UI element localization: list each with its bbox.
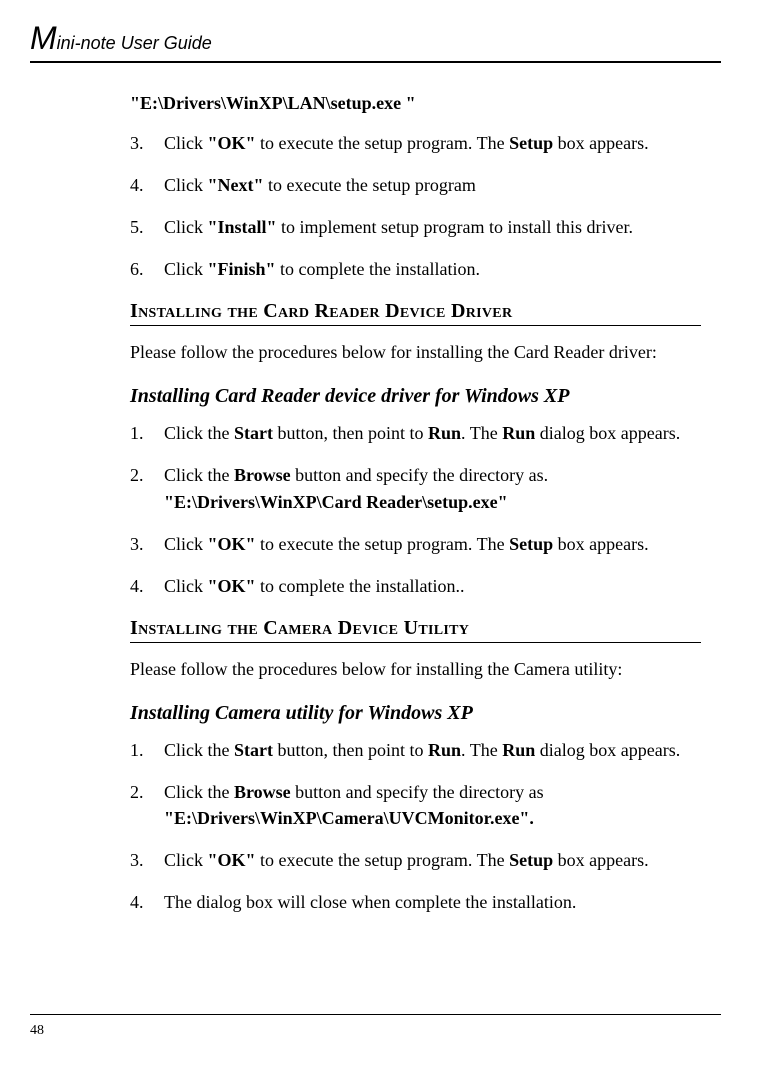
step-number: 4. — [130, 573, 164, 599]
card-reader-steps: 1.Click the Start button, then point to … — [130, 420, 701, 598]
list-item: 6.Click "Finish" to complete the install… — [130, 256, 701, 282]
page-header: Mini-note User Guide — [30, 20, 721, 63]
page-footer: 48 — [30, 1014, 721, 1039]
camera-subheading: Installing Camera utility for Windows XP — [130, 702, 701, 725]
step-number: 4. — [130, 172, 164, 198]
step-text: Click "OK" to execute the setup program.… — [164, 130, 701, 156]
step-number: 3. — [130, 531, 164, 557]
step-text: Click "Next" to execute the setup progra… — [164, 172, 701, 198]
list-item: 4.Click "OK" to complete the installatio… — [130, 573, 701, 599]
step-text: Click "Finish" to complete the installat… — [164, 256, 701, 282]
list-item: 3.Click "OK" to execute the setup progra… — [130, 847, 701, 873]
list-item: 1.Click the Start button, then point to … — [130, 737, 701, 763]
step-number: 3. — [130, 130, 164, 156]
header-big-letter: M — [30, 20, 57, 56]
step-text: Click "OK" to complete the installation.… — [164, 573, 701, 599]
step-text: Click "OK" to execute the setup program.… — [164, 531, 701, 557]
lan-path: "E:\Drivers\WinXP\LAN\setup.exe " — [130, 93, 701, 114]
section-heading-camera: Installing the Camera Device Utility — [130, 617, 701, 643]
step-text: Click the Browse button and specify the … — [164, 462, 701, 514]
step-number: 6. — [130, 256, 164, 282]
section-heading-card-reader: Installing the Card Reader Device Driver — [130, 300, 701, 326]
step-text: Click the Browse button and specify the … — [164, 779, 701, 831]
step-text: Click the Start button, then point to Ru… — [164, 420, 701, 446]
list-item: 5.Click "Install" to implement setup pro… — [130, 214, 701, 240]
step-number: 5. — [130, 214, 164, 240]
header-rest: ini-note User Guide — [57, 33, 212, 53]
step-text: Click the Start button, then point to Ru… — [164, 737, 701, 763]
step-text: Click "Install" to implement setup progr… — [164, 214, 701, 240]
page-number: 48 — [30, 1023, 44, 1038]
camera-intro: Please follow the procedures below for i… — [130, 659, 701, 680]
step-number: 4. — [130, 889, 164, 915]
list-item: 3.Click "OK" to execute the setup progra… — [130, 531, 701, 557]
page-content: "E:\Drivers\WinXP\LAN\setup.exe " 3.Clic… — [30, 63, 721, 915]
step-number: 1. — [130, 420, 164, 446]
list-item: 2.Click the Browse button and specify th… — [130, 779, 701, 831]
card-reader-subheading: Installing Card Reader device driver for… — [130, 385, 701, 408]
step-text: The dialog box will close when complete … — [164, 889, 701, 915]
step-text: Click "OK" to execute the setup program.… — [164, 847, 701, 873]
step-number: 2. — [130, 462, 164, 514]
list-item: 4.Click "Next" to execute the setup prog… — [130, 172, 701, 198]
step-number: 2. — [130, 779, 164, 831]
step-number: 3. — [130, 847, 164, 873]
list-item: 3.Click "OK" to execute the setup progra… — [130, 130, 701, 156]
step-number: 1. — [130, 737, 164, 763]
list-item: 2.Click the Browse button and specify th… — [130, 462, 701, 514]
camera-steps: 1.Click the Start button, then point to … — [130, 737, 701, 915]
header-title: Mini-note User Guide — [30, 33, 212, 53]
list-item: 1.Click the Start button, then point to … — [130, 420, 701, 446]
card-reader-intro: Please follow the procedures below for i… — [130, 342, 701, 363]
lan-steps-list: 3.Click "OK" to execute the setup progra… — [130, 130, 701, 282]
list-item: 4.The dialog box will close when complet… — [130, 889, 701, 915]
